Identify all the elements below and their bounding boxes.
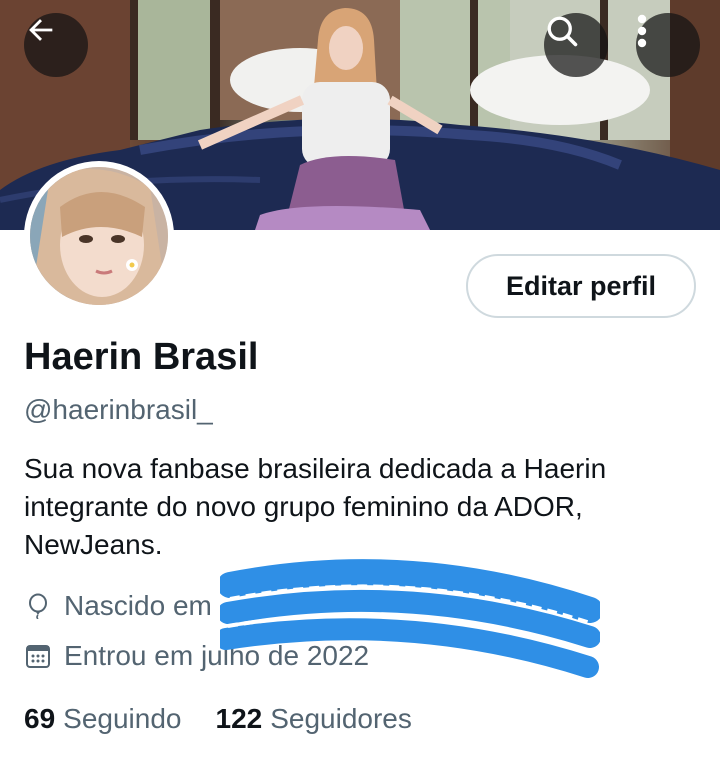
arrow-left-icon	[29, 19, 53, 41]
more-options-button[interactable]	[636, 13, 700, 77]
avatar-image	[30, 167, 168, 305]
birth-info: Nascido em	[24, 590, 212, 622]
edit-profile-button[interactable]: Editar perfil	[466, 254, 696, 318]
followers-label[interactable]: Seguidores	[270, 703, 412, 735]
search-icon	[547, 16, 578, 47]
following-count[interactable]: 69	[24, 703, 55, 735]
balloon-icon	[24, 592, 52, 620]
birth-label: Nascido em	[64, 590, 212, 621]
profile-bio: Sua nova fanbase brasileira dedicada a H…	[24, 453, 607, 560]
follow-stats: 69 Seguindo 122 Seguidores	[24, 703, 412, 735]
redaction-scribble	[220, 559, 600, 678]
more-vertical-icon	[637, 14, 647, 48]
back-button[interactable]	[24, 13, 88, 77]
calendar-icon	[24, 642, 52, 670]
profile-handle: @haerinbrasil_	[24, 394, 213, 425]
search-button[interactable]	[544, 13, 608, 77]
avatar[interactable]	[24, 161, 174, 311]
following-label[interactable]: Seguindo	[63, 703, 181, 735]
followers-count[interactable]: 122	[216, 703, 263, 735]
profile-name: Haerin Brasil	[24, 336, 259, 378]
